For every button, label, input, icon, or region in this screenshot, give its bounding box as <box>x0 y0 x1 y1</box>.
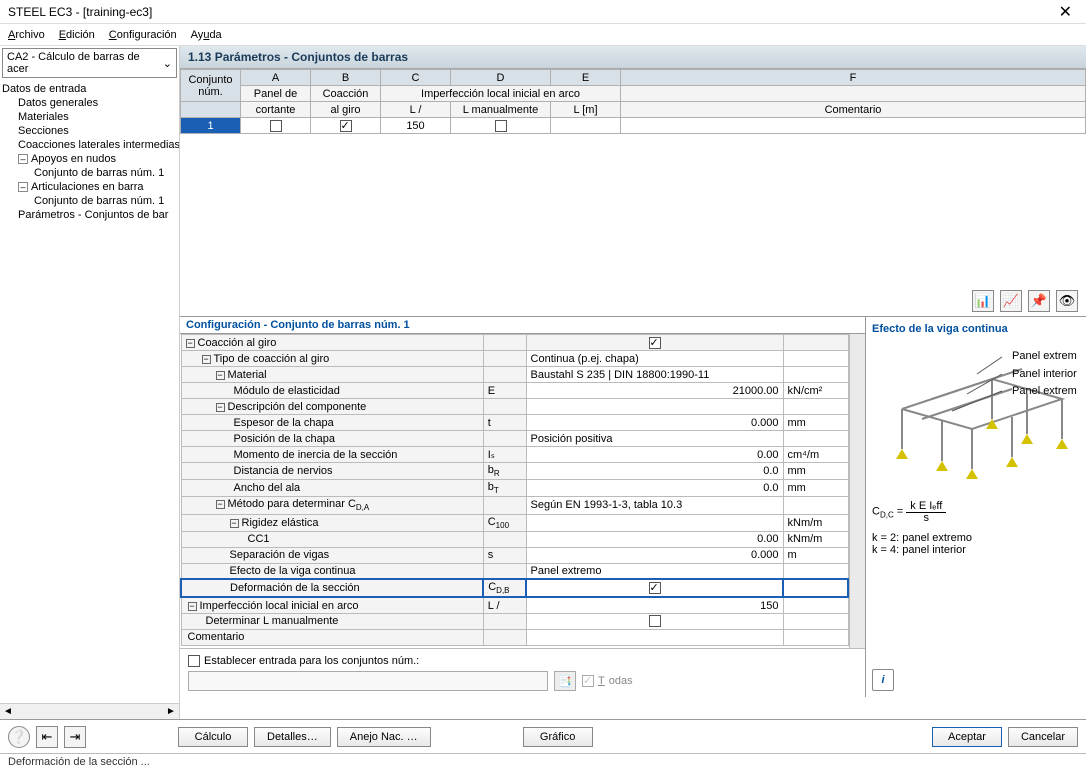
next-button[interactable]: ⇥ <box>64 726 86 748</box>
tree-item[interactable]: Secciones <box>2 124 177 138</box>
h-scrollbar[interactable]: ◄ ► <box>0 703 179 719</box>
excel-import-icon[interactable]: 📈 <box>1000 290 1022 312</box>
cell-b1[interactable] <box>311 118 381 134</box>
menu-config[interactable]: Configuración <box>109 29 177 41</box>
aceptar-button[interactable]: Aceptar <box>932 727 1002 747</box>
menu-edicion[interactable]: Edición <box>59 29 95 41</box>
pick-button[interactable]: 📑 <box>554 671 576 691</box>
eye-icon[interactable]: 👁 <box>1056 290 1078 312</box>
k2-label: k = 2: panel extremo <box>872 532 1080 544</box>
svg-text:Panel interior: Panel interior <box>1012 368 1077 380</box>
svg-text:Panel extremo: Panel extremo <box>1012 385 1077 397</box>
nav-tree[interactable]: Datos de entrada Datos generales Materia… <box>0 80 179 703</box>
k4-label: k = 4: panel interior <box>872 544 1080 556</box>
cancelar-button[interactable]: Cancelar <box>1008 727 1078 747</box>
prev-button[interactable]: ⇤ <box>36 726 58 748</box>
tree-root[interactable]: Datos de entrada <box>2 82 177 96</box>
config-title: Configuración - Conjunto de barras núm. … <box>180 317 865 334</box>
pin-icon[interactable]: 📌 <box>1028 290 1050 312</box>
tree-item[interactable]: Parámetros - Conjuntos de bar <box>2 208 177 222</box>
window-title: STEEL EC3 - [training-ec3] <box>8 5 1053 19</box>
cell-f1[interactable] <box>621 118 1086 134</box>
chevron-down-icon: ⌄ <box>163 57 172 70</box>
establish-input[interactable] <box>188 671 548 691</box>
tree-item[interactable]: Conjunto de barras núm. 1 <box>2 194 177 208</box>
cell-e1[interactable] <box>551 118 621 134</box>
cell-d1[interactable] <box>451 118 551 134</box>
detalles-button[interactable]: Detalles… <box>254 727 331 747</box>
todas-checkbox[interactable]: Todas <box>582 675 633 687</box>
close-icon[interactable]: ✕ <box>1053 2 1078 22</box>
expander-icon[interactable]: – <box>18 154 28 164</box>
menu-bar: Archivo Edición Configuración Ayuda <box>0 24 1086 46</box>
left-pane: CA2 - Cálculo de barras de acer ⌄ Datos … <box>0 46 180 719</box>
tree-item[interactable]: Coacciones laterales intermedias <box>2 138 177 152</box>
info-button[interactable]: i <box>872 669 894 691</box>
anejo-button[interactable]: Anejo Nac. … <box>337 727 431 747</box>
selected-row: Deformación de la secciónCD,B <box>181 579 848 597</box>
excel-export-icon[interactable]: 📊 <box>972 290 994 312</box>
property-grid[interactable]: −Coacción al giro −Tipo de coacción al g… <box>180 334 849 646</box>
config-pane: Configuración - Conjunto de barras núm. … <box>180 317 866 697</box>
tree-apoyos[interactable]: –Apoyos en nudos <box>2 152 177 166</box>
title-bar: STEEL EC3 - [training-ec3] ✕ <box>0 0 1086 24</box>
scroll-right-icon[interactable]: ► <box>163 704 179 720</box>
cell-c1[interactable]: 150 <box>381 118 451 134</box>
help-button[interactable]: ❔ <box>8 726 30 748</box>
menu-archivo[interactable]: Archivo <box>8 29 45 41</box>
menu-ayuda[interactable]: Ayuda <box>191 29 222 41</box>
establish-checkbox[interactable]: Establecer entrada para los conjuntos nú… <box>188 655 857 667</box>
formula: CD,C = k E Iₑff s <box>872 500 1080 524</box>
v-scrollbar[interactable] <box>849 334 865 648</box>
top-grid[interactable]: Conjuntonúm. A B C D E F Panel deCoacció… <box>180 69 1086 317</box>
bottom-bar: ❔ ⇤ ⇥ Cálculo Detalles… Anejo Nac. … Grá… <box>0 719 1086 753</box>
right-pane: 1.13 Parámetros - Conjuntos de barras Co… <box>180 46 1086 719</box>
grafico-button[interactable]: Gráfico <box>523 727 593 747</box>
tree-artic[interactable]: –Articulaciones en barra <box>2 180 177 194</box>
status-bar: Deformación de la sección ... <box>0 753 1086 773</box>
tree-item[interactable]: Datos generales <box>2 96 177 110</box>
panel-title: 1.13 Parámetros - Conjuntos de barras <box>180 46 1086 69</box>
combo-label: CA2 - Cálculo de barras de acer <box>7 51 163 75</box>
svg-text:Panel extremo: Panel extremo <box>1012 350 1077 362</box>
side-title: Efecto de la viga continua <box>872 323 1080 335</box>
expander-icon[interactable]: – <box>18 182 28 192</box>
case-combo[interactable]: CA2 - Cálculo de barras de acer ⌄ <box>2 48 177 78</box>
tree-item[interactable]: Materiales <box>2 110 177 124</box>
cell-a1[interactable] <box>241 118 311 134</box>
row-1-num[interactable]: 1 <box>181 118 241 134</box>
scroll-left-icon[interactable]: ◄ <box>0 704 16 720</box>
side-panel: Efecto de la viga continua Panel extrem <box>866 317 1086 697</box>
calculo-button[interactable]: Cálculo <box>178 727 248 747</box>
tree-item[interactable]: Conjunto de barras núm. 1 <box>2 166 177 180</box>
beam-diagram: Panel extremo Panel interior Panel extre… <box>872 339 1080 663</box>
